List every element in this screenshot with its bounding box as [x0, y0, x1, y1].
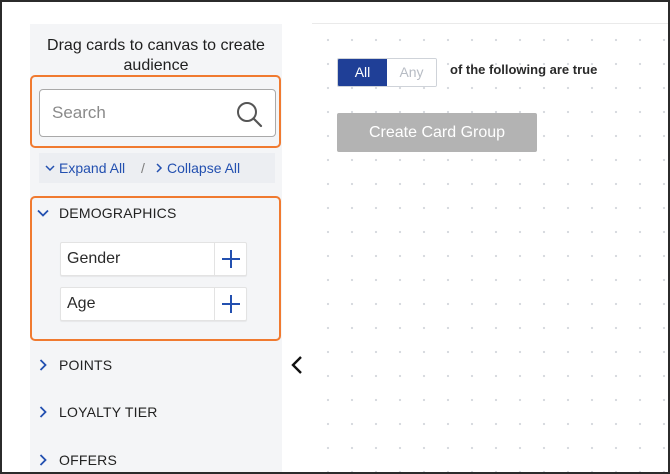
- link-separator: /: [141, 160, 145, 176]
- collapse-all-label: Collapse All: [167, 160, 241, 176]
- chevron-right-icon: [156, 163, 163, 173]
- chevron-left-icon[interactable]: [289, 354, 305, 376]
- toggle-all[interactable]: All: [338, 59, 387, 86]
- section-loyalty-tier[interactable]: LOYALTY TIER: [30, 397, 282, 427]
- add-gender-button[interactable]: [214, 243, 246, 275]
- chevron-right-icon: [39, 406, 47, 418]
- section-demographics[interactable]: DEMOGRAPHICS: [30, 198, 282, 228]
- plus-icon: [221, 250, 240, 268]
- chevron-down-icon: [37, 209, 49, 217]
- chevron-down-icon: [45, 165, 55, 172]
- card-gender[interactable]: Gender: [60, 242, 247, 276]
- create-card-group-button[interactable]: Create Card Group: [337, 113, 537, 152]
- search-input[interactable]: [52, 90, 232, 136]
- add-age-button[interactable]: [214, 288, 246, 320]
- section-label: LOYALTY TIER: [59, 404, 158, 420]
- match-toggle: All Any: [337, 58, 437, 87]
- expand-collapse-row: Expand All / Collapse All: [39, 153, 275, 183]
- audience-builder-window: Drag cards to canvas to create audience …: [0, 0, 670, 474]
- match-condition-text: of the following are true: [450, 62, 598, 77]
- card-library-sidebar: Drag cards to canvas to create audience …: [30, 24, 282, 472]
- card-age[interactable]: Age: [60, 287, 247, 321]
- chevron-right-icon: [39, 454, 47, 466]
- card-label: Age: [67, 295, 96, 312]
- audience-canvas[interactable]: [312, 24, 668, 472]
- chevron-right-icon: [39, 359, 47, 371]
- search-icon[interactable]: [235, 100, 263, 128]
- search-box[interactable]: [39, 89, 276, 137]
- plus-icon: [221, 295, 240, 313]
- expand-all-label: Expand All: [59, 160, 126, 176]
- section-label: POINTS: [59, 357, 113, 373]
- section-offers[interactable]: OFFERS: [30, 445, 282, 472]
- card-label: Gender: [67, 250, 121, 267]
- collapse-all-link[interactable]: Collapse All: [155, 153, 240, 183]
- sidebar-instructions: Drag cards to canvas to create audience: [47, 37, 265, 74]
- top-bar: [2, 2, 668, 24]
- section-label: DEMOGRAPHICS: [59, 205, 177, 221]
- section-label: OFFERS: [59, 452, 117, 468]
- section-points[interactable]: POINTS: [30, 350, 282, 380]
- toggle-any[interactable]: Any: [387, 59, 436, 86]
- expand-all-link[interactable]: Expand All: [45, 153, 125, 183]
